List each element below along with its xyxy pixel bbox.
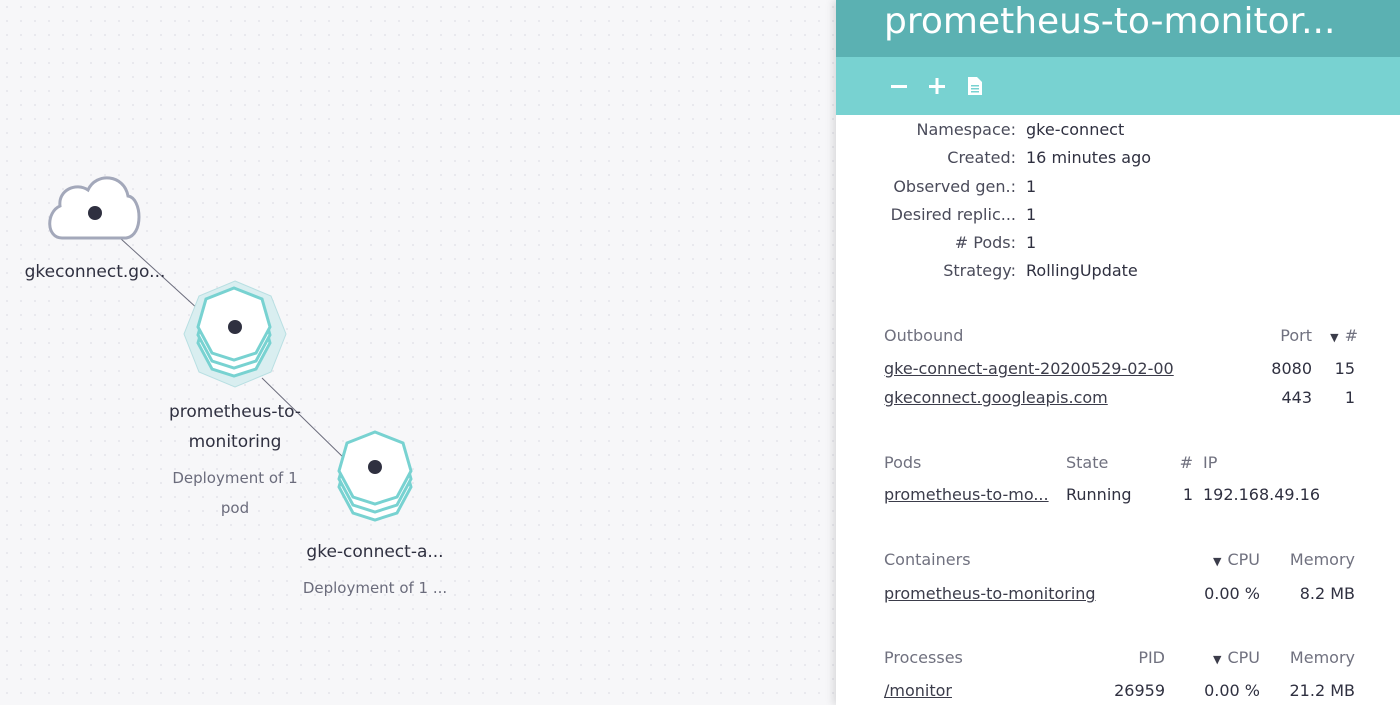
node-center-dot [88, 206, 102, 220]
outbound-row-name[interactable]: gkeconnect.googleapis.com [884, 388, 1108, 407]
processes-header: Processes [884, 648, 963, 667]
pods-col-count[interactable]: # [1156, 453, 1193, 472]
cloud-node[interactable] [48, 176, 141, 240]
outbound-row-port: 443 [1281, 388, 1312, 407]
info-key: Created: [947, 148, 1016, 167]
topology-canvas[interactable]: gkeconnect.go... prometheus-to- monitori… [0, 0, 836, 705]
zoom-in-button[interactable] [926, 75, 948, 97]
node-label-prometheus[interactable]: prometheus-to- [155, 397, 315, 427]
outbound-row-count: 1 [1344, 388, 1355, 407]
panel-toolbar [836, 57, 1400, 115]
info-value: gke-connect [1026, 120, 1125, 139]
processes-col-pid[interactable]: PID [1086, 648, 1165, 667]
outbound-col-port[interactable]: Port [1216, 326, 1312, 345]
info-key: Desired replic... [890, 205, 1016, 224]
node-label-cloud[interactable]: gkeconnect.go... [15, 257, 175, 287]
node-label-prometheus-line2[interactable]: monitoring [155, 427, 315, 457]
processes-col-memory[interactable]: Memory [1260, 648, 1355, 667]
prometheus-node[interactable] [183, 280, 287, 388]
outbound-col-count: # [1344, 326, 1358, 345]
info-key: Namespace: [916, 120, 1016, 139]
sort-caret-icon: ▼ [1330, 331, 1339, 344]
containers-col-cpu: CPU [1227, 550, 1260, 569]
outbound-row-port: 8080 [1271, 359, 1312, 378]
outbound-row-name[interactable]: gke-connect-agent-20200529-02-00 [884, 359, 1174, 378]
zoom-out-button[interactable] [888, 75, 910, 97]
plus-icon [929, 78, 945, 94]
outbound-row-count: 15 [1334, 359, 1355, 378]
document-button[interactable] [964, 75, 986, 97]
node-sublabel-prometheus: Deployment of 1 [172, 469, 298, 487]
outbound-col-count-sort[interactable]: ▼ # [1316, 326, 1358, 345]
node-center-dot [368, 460, 382, 474]
containers-col-cpu-sort[interactable]: ▼ CPU [1156, 550, 1260, 569]
containers-header: Containers [884, 550, 971, 569]
pods-col-state[interactable]: State [1066, 453, 1108, 472]
process-row-name[interactable]: /monitor [884, 681, 952, 700]
process-row-memory: 21.2 MB [1289, 681, 1356, 700]
gke-connect-node[interactable] [337, 430, 413, 522]
node-sublabel-gke-connect: Deployment of 1 ... [302, 579, 448, 597]
sort-caret-icon: ▼ [1213, 653, 1222, 666]
sort-caret-icon: ▼ [1213, 555, 1222, 568]
document-icon [968, 77, 982, 95]
details-panel: prometheus-to-monitor... Namespace: gke-… [836, 0, 1400, 705]
processes-col-cpu-sort[interactable]: ▼ CPU [1156, 648, 1260, 667]
info-value: 1 [1026, 205, 1037, 224]
pod-row-count: 1 [1182, 485, 1193, 504]
node-sublabel-prometheus-line2: pod [220, 499, 250, 517]
minus-icon [891, 85, 907, 88]
info-value: 1 [1026, 177, 1037, 196]
info-value: 1 [1026, 233, 1037, 252]
outbound-header: Outbound [884, 326, 964, 345]
pods-col-ip[interactable]: IP [1203, 453, 1217, 472]
info-value: RollingUpdate [1026, 261, 1138, 280]
info-value: 16 minutes ago [1026, 148, 1152, 167]
panel-title: prometheus-to-monitor... [836, 0, 1400, 57]
pod-row-state: Running [1066, 485, 1132, 504]
pod-row-ip: 192.168.49.16 [1203, 485, 1321, 504]
container-row-name[interactable]: prometheus-to-monitoring [884, 584, 1096, 603]
node-label-gke-connect[interactable]: gke-connect-a... [295, 537, 455, 567]
pods-header: Pods [884, 453, 922, 472]
container-row-cpu: 0.00 % [1204, 584, 1260, 603]
info-key: # Pods: [954, 233, 1016, 252]
process-row-pid: 26959 [1114, 681, 1165, 700]
pod-row-name[interactable]: prometheus-to-mo... [884, 485, 1049, 504]
containers-col-memory[interactable]: Memory [1260, 550, 1355, 569]
processes-col-cpu: CPU [1227, 648, 1260, 667]
info-key: Strategy: [943, 261, 1016, 280]
info-key: Observed gen.: [893, 177, 1016, 196]
container-row-memory: 8.2 MB [1299, 584, 1355, 603]
process-row-cpu: 0.00 % [1204, 681, 1260, 700]
node-center-dot [228, 320, 242, 334]
